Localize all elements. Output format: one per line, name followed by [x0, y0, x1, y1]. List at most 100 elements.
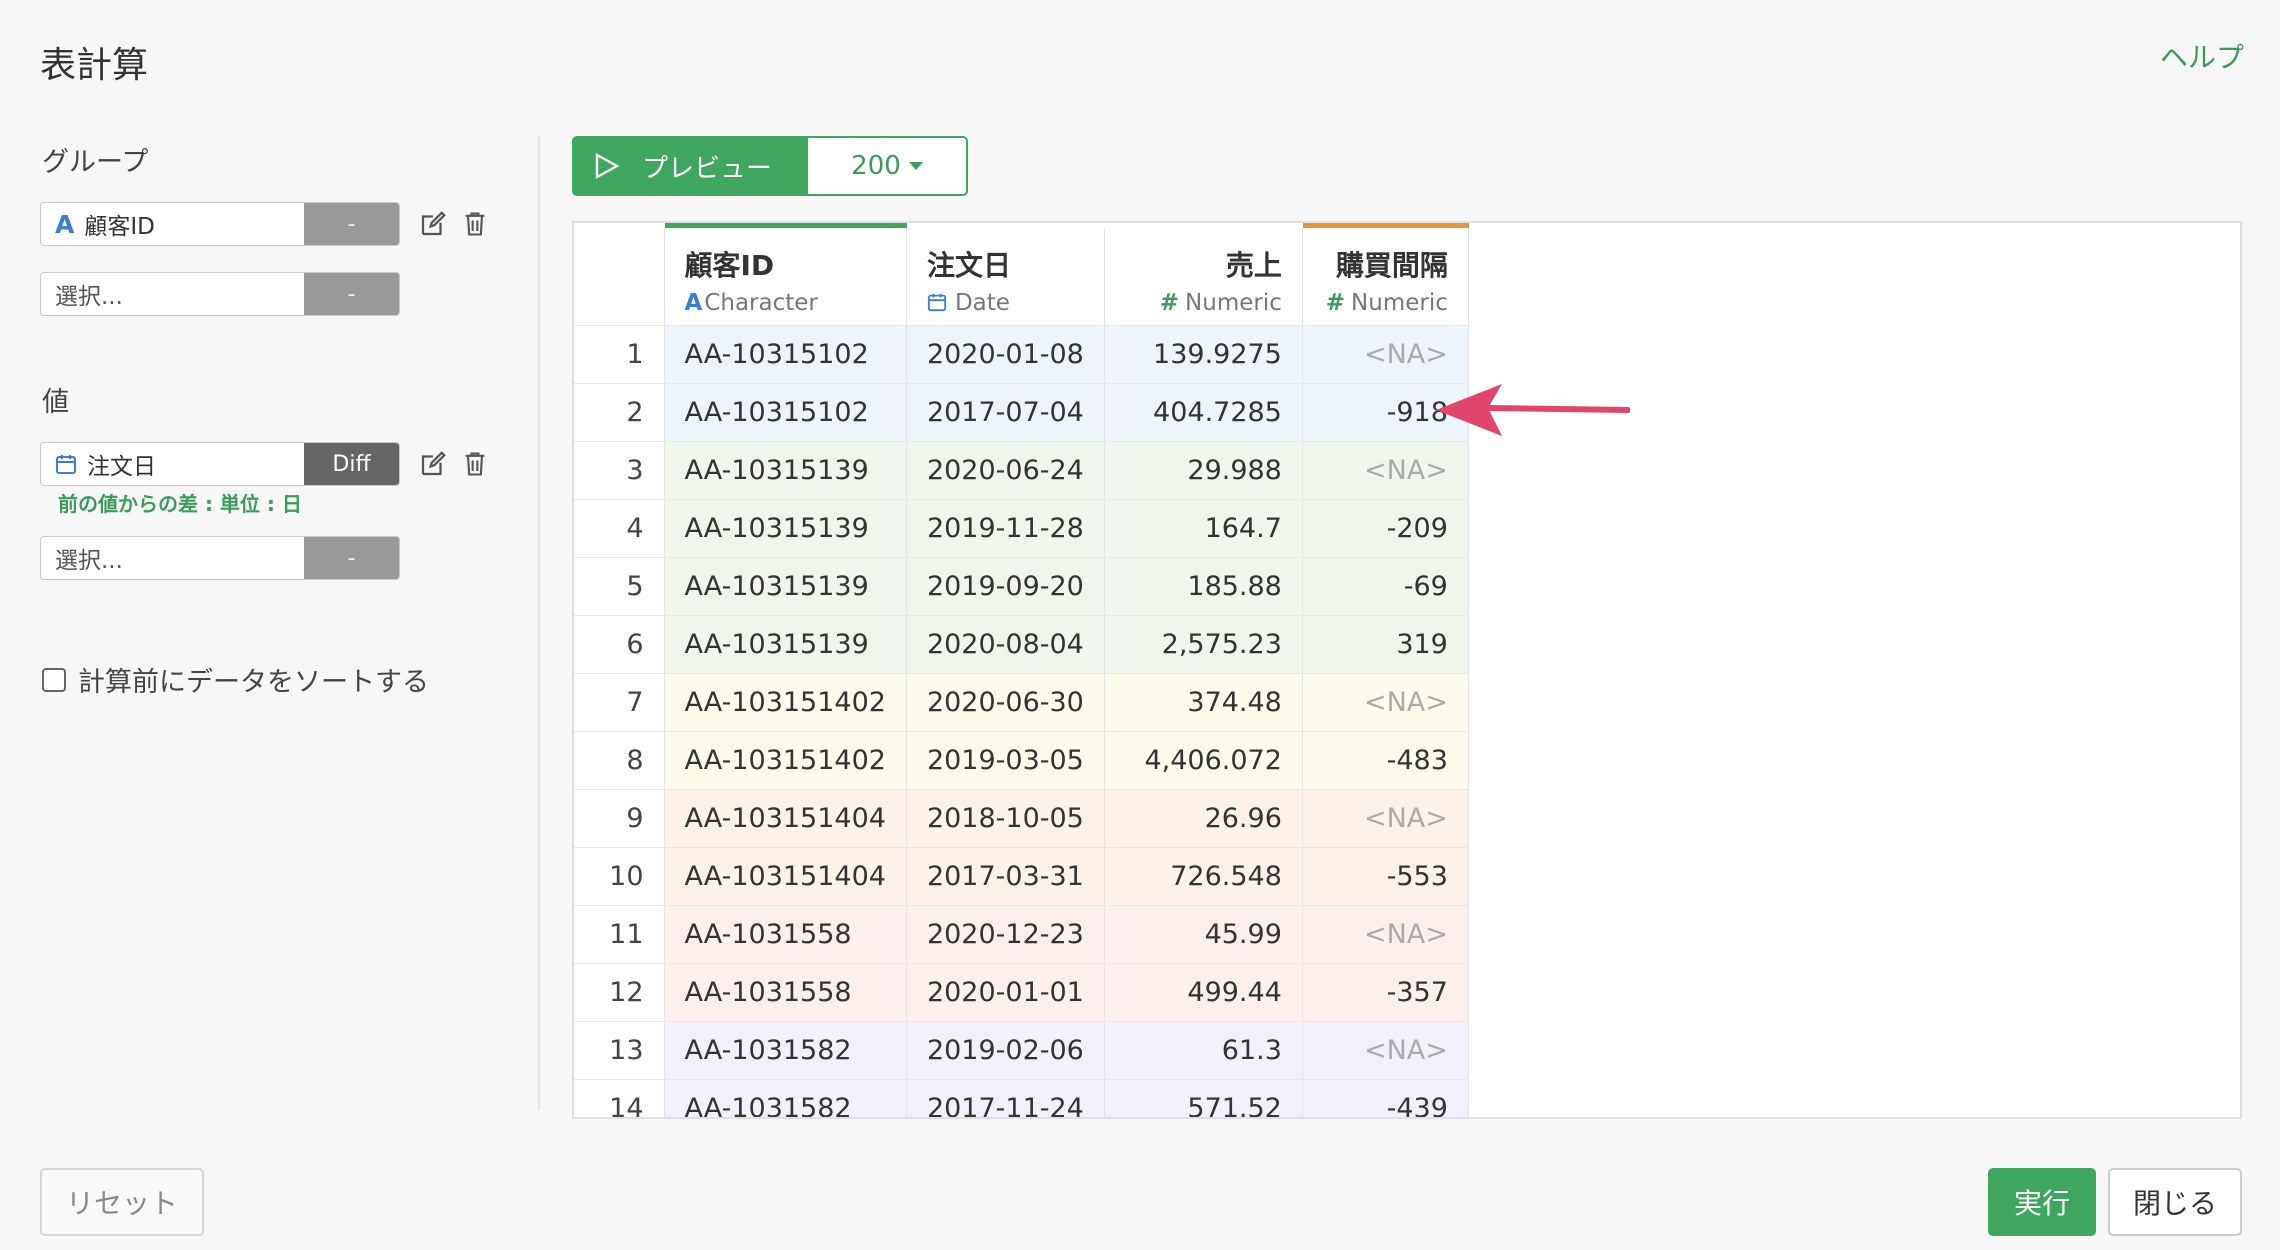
group-row-1: A 顧客ID -	[40, 202, 520, 246]
value-column-value[interactable]: 注文日	[41, 443, 304, 485]
group-function-button-empty[interactable]: -	[304, 273, 399, 315]
preview-controls: プレビュー 200	[572, 136, 968, 196]
preview-button[interactable]: プレビュー	[572, 136, 808, 196]
row-number-cell: 12	[574, 963, 665, 1022]
sales-cell: 726.548	[1104, 847, 1303, 906]
pointer-arrow-icon	[1436, 384, 1630, 436]
order-date-cell: 2019-09-20	[906, 557, 1105, 616]
calendar-icon	[927, 292, 947, 318]
column-header-sales[interactable]: 売上 # Numeric	[1104, 225, 1303, 326]
customer-id-cell: AA-10315139	[664, 615, 907, 674]
order-date-cell: 2020-08-04	[906, 615, 1105, 674]
table-row: 7 AA-103151402 2020-06-30 374.48 <NA>	[574, 673, 1469, 732]
sales-cell: 26.96	[1104, 789, 1303, 848]
edit-icon[interactable]	[416, 207, 450, 241]
order-date-cell: 2019-02-06	[906, 1021, 1105, 1080]
customer-id-cell: AA-10315139	[664, 557, 907, 616]
order-date-cell: 2020-01-08	[906, 325, 1105, 384]
sales-cell: 374.48	[1104, 673, 1303, 732]
group-column-label: 顧客ID	[84, 214, 155, 240]
column-name: 購買間隔	[1335, 249, 1448, 282]
run-button[interactable]: 実行	[1988, 1168, 2096, 1236]
row-number-cell: 6	[574, 615, 665, 674]
numeric-type-icon: #	[1159, 290, 1180, 316]
value-row-2: 選択... -	[40, 536, 520, 580]
column-type: # Numeric	[1159, 290, 1282, 316]
column-name: 売上	[1225, 249, 1282, 282]
value-function-button-empty[interactable]: -	[304, 537, 399, 579]
value-row-1: 注文日 Diff	[40, 442, 520, 486]
column-header-customer-id[interactable]: 顧客ID ACharacter	[664, 223, 907, 326]
row-number-cell: 11	[574, 905, 665, 964]
reset-button[interactable]: リセット	[40, 1168, 204, 1236]
chevron-down-icon	[908, 162, 923, 170]
value-column-selector-empty[interactable]: 選択... -	[40, 536, 400, 580]
table-row: 11 AA-1031558 2020-12-23 45.99 <NA>	[574, 905, 1469, 964]
sales-cell: 404.7285	[1104, 383, 1303, 442]
column-name: 顧客ID	[684, 249, 775, 282]
order-date-cell: 2020-01-01	[906, 963, 1105, 1022]
column-header-purchase-interval[interactable]: 購買間隔 # Numeric	[1302, 223, 1469, 326]
column-name: 注文日	[926, 249, 1011, 282]
sort-option-label: 計算前にデータをソートする	[78, 667, 429, 698]
group-column-value[interactable]: A 顧客ID	[41, 203, 304, 245]
edit-icon[interactable]	[416, 447, 450, 481]
sales-cell: 571.52	[1104, 1079, 1303, 1117]
diff-function-button[interactable]: Diff	[304, 443, 399, 485]
table-row: 6 AA-10315139 2020-08-04 2,575.23 319	[574, 615, 1469, 674]
trash-icon[interactable]	[458, 447, 492, 481]
sales-cell: 164.7	[1104, 499, 1303, 558]
table-row: 12 AA-1031558 2020-01-01 499.44 -357	[574, 963, 1469, 1022]
group-column-selector-empty[interactable]: 選択... -	[40, 272, 400, 316]
sales-cell: 185.88	[1104, 557, 1303, 616]
sort-checkbox[interactable]	[42, 667, 66, 692]
customer-id-cell: AA-10315102	[664, 325, 907, 384]
column-header-order-date[interactable]: 注文日 Date	[906, 225, 1105, 326]
row-number-cell: 9	[574, 789, 665, 848]
help-link[interactable]: ヘルプ	[2160, 36, 2244, 76]
customer-id-cell: AA-103151404	[664, 789, 907, 848]
customer-id-cell: AA-10315139	[664, 441, 907, 500]
column-type: Date	[927, 290, 1084, 318]
order-date-cell: 2019-03-05	[906, 731, 1105, 790]
character-type-icon: A	[684, 290, 703, 316]
dialog-title: 表計算	[40, 45, 149, 86]
row-count-dropdown[interactable]: 200	[808, 136, 968, 196]
close-button[interactable]: 閉じる	[2108, 1168, 2242, 1236]
purchase-interval-cell: <NA>	[1302, 905, 1469, 964]
column-type: ACharacter	[684, 290, 818, 316]
customer-id-cell: AA-103151402	[664, 731, 907, 790]
value-select-placeholder[interactable]: 選択...	[41, 537, 304, 579]
value-column-selector[interactable]: 注文日 Diff	[40, 442, 400, 486]
order-date-cell: 2018-10-05	[906, 789, 1105, 848]
sales-cell: 499.44	[1104, 963, 1303, 1022]
trash-icon[interactable]	[458, 207, 492, 241]
purchase-interval-cell: <NA>	[1302, 1021, 1469, 1080]
order-date-cell: 2017-03-31	[906, 847, 1105, 906]
group-row-2: 選択... -	[40, 272, 520, 316]
row-number-cell: 14	[574, 1079, 665, 1117]
order-date-cell: 2020-06-24	[906, 441, 1105, 500]
group-select-placeholder[interactable]: 選択...	[41, 273, 304, 315]
table-row: 4 AA-10315139 2019-11-28 164.7 -209	[574, 499, 1469, 558]
purchase-interval-cell: -209	[1302, 499, 1469, 558]
group-function-button[interactable]: -	[304, 203, 399, 245]
play-icon	[594, 152, 620, 180]
sales-cell: 45.99	[1104, 905, 1303, 964]
data-table: 顧客ID ACharacter 注文日 Date 売上 # Numeric 購買…	[574, 223, 1469, 1117]
order-date-cell: 2020-12-23	[906, 905, 1105, 964]
value-column-label: 注文日	[87, 454, 156, 480]
table-row: 2 AA-10315102 2017-07-04 404.7285 -918	[574, 383, 1469, 442]
numeric-type-icon: #	[1325, 290, 1346, 316]
table-row: 14 AA-1031582 2017-11-24 571.52 -439	[574, 1079, 1469, 1117]
group-column-selector[interactable]: A 顧客ID -	[40, 202, 400, 246]
order-date-cell: 2020-06-30	[906, 673, 1105, 732]
table-row: 8 AA-103151402 2019-03-05 4,406.072 -483	[574, 731, 1469, 790]
sort-option[interactable]: 計算前にデータをソートする	[42, 660, 429, 699]
customer-id-cell: AA-1031582	[664, 1079, 907, 1117]
sales-cell: 139.9275	[1104, 325, 1303, 384]
purchase-interval-cell: <NA>	[1302, 441, 1469, 500]
purchase-interval-cell: <NA>	[1302, 673, 1469, 732]
sales-cell: 29.988	[1104, 441, 1303, 500]
row-number-cell: 3	[574, 441, 665, 500]
